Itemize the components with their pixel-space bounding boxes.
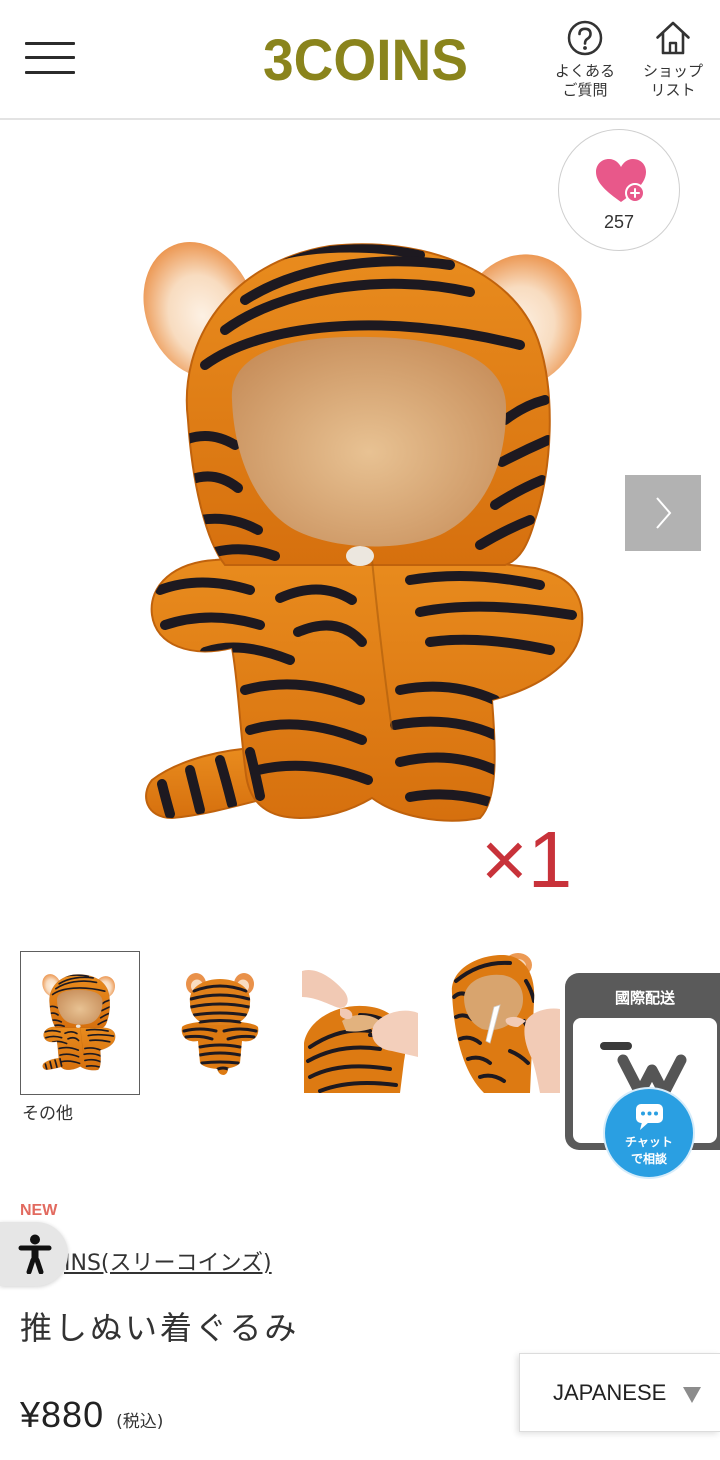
next-image-button[interactable] <box>625 475 701 551</box>
favorite-count: 257 <box>603 212 635 232</box>
thumbnail-image-tiger-back <box>181 973 259 1075</box>
chat-consult-button[interactable]: チャット で相談 <box>605 1089 693 1177</box>
product-title: 推しぬい着ぐるみ <box>20 1309 300 1347</box>
chat-label-line1: チャット <box>625 1135 673 1149</box>
site-header: 3COINS よくある ご質問 ショップ リスト <box>0 0 720 120</box>
thumbnail-4[interactable] <box>440 951 560 1095</box>
product-price: ¥880 <box>20 1394 105 1435</box>
international-shipping-label: 國際配送 <box>614 989 675 1007</box>
thumbnail-image-hood-detail <box>451 953 560 1093</box>
thumbnail-2[interactable] <box>160 951 280 1095</box>
chat-label: チャット で相談 <box>605 1134 693 1168</box>
favorite-button[interactable]: 257 <box>558 129 680 251</box>
quantity-overlay-text: ×1 <box>481 815 572 904</box>
thumbnail-image-fastening <box>302 969 418 1093</box>
price-row: ¥880 (税込) <box>20 1393 163 1437</box>
chat-bubble-icon <box>636 1104 663 1130</box>
logo[interactable]: 3COINS <box>255 28 477 90</box>
hamburger-menu-icon[interactable] <box>25 42 75 74</box>
thumbnail-3[interactable] <box>300 951 420 1095</box>
thumbnail-image-tiger-front <box>21 952 138 1093</box>
tax-note: (税込) <box>116 1412 164 1432</box>
accessibility-button[interactable] <box>0 1222 68 1286</box>
shop-list-link[interactable]: ショップ リスト <box>628 62 718 100</box>
faq-link[interactable]: よくある ご質問 <box>540 62 630 100</box>
faq-label-line2: ご質問 <box>562 81 608 99</box>
triangle-down-icon <box>683 1387 701 1403</box>
faq-label-line1: よくある <box>554 62 615 80</box>
question-circle-icon[interactable] <box>567 20 603 56</box>
tiger-costume-illustration <box>143 242 584 822</box>
accessibility-person-icon <box>18 1234 52 1274</box>
house-icon[interactable] <box>655 20 691 56</box>
chevron-right-icon <box>656 497 672 529</box>
language-selector[interactable]: JAPANESE <box>519 1353 720 1432</box>
chat-label-line2: で相談 <box>630 1152 667 1166</box>
thumbnail-caption: その他 <box>22 1104 73 1124</box>
heart-plus-icon <box>596 159 646 203</box>
logo-text: 3COINS <box>263 28 468 90</box>
language-selected: JAPANESE <box>553 1380 667 1405</box>
shop-label-line2: リスト <box>650 81 696 99</box>
new-badge: NEW <box>20 1202 58 1219</box>
shop-label-line1: ショップ <box>642 62 703 80</box>
brand-link[interactable]: INS(スリーコインズ) <box>64 1250 272 1278</box>
thumbnail-1[interactable] <box>20 951 140 1095</box>
